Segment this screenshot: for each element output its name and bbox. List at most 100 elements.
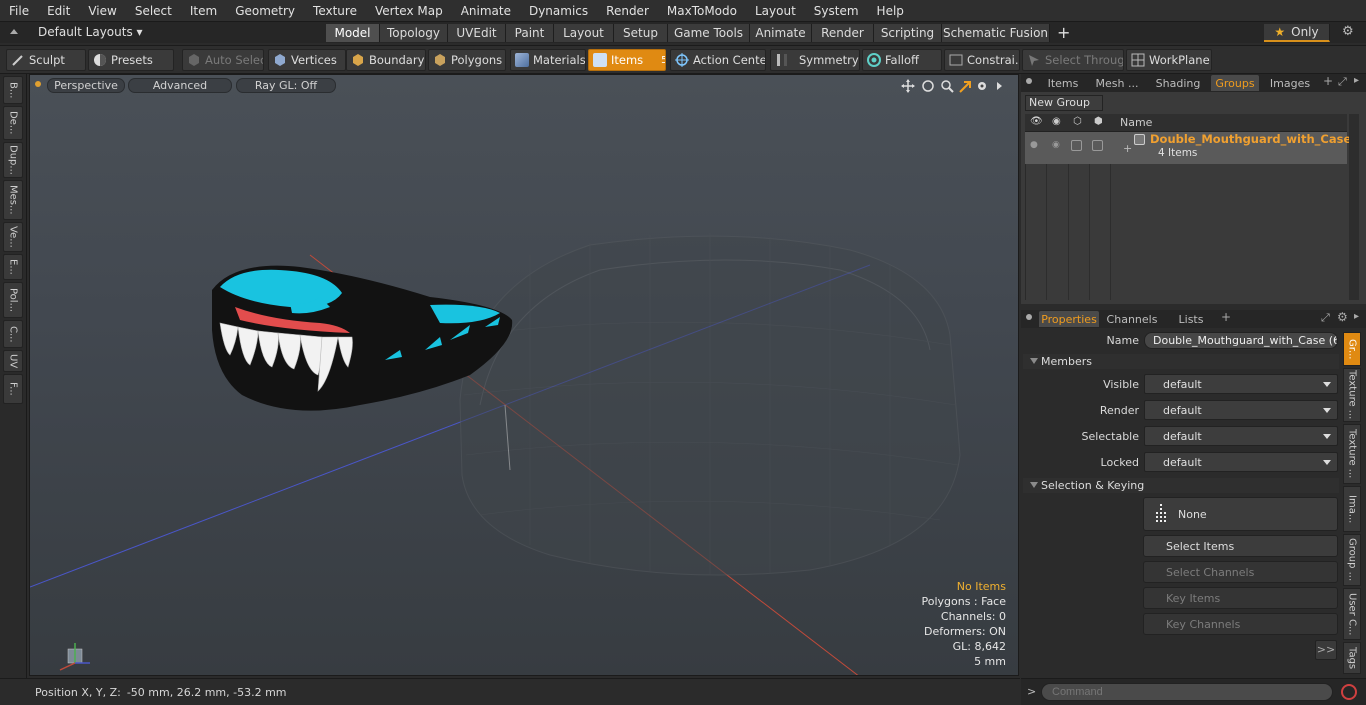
menu-edit[interactable]: Edit: [38, 4, 79, 18]
tab-animate[interactable]: Animate: [750, 24, 812, 42]
props-more-icon[interactable]: ▸: [1354, 311, 1359, 322]
materials-button[interactable]: Materials: [510, 49, 586, 71]
left-tab-10[interactable]: F...: [3, 374, 23, 404]
side-tab-user-channels[interactable]: User C...: [1343, 588, 1361, 640]
left-tab-4[interactable]: Mes...: [3, 180, 23, 220]
tab-properties[interactable]: Properties: [1039, 311, 1099, 327]
side-tab-image[interactable]: Ima...: [1343, 486, 1361, 532]
props-expand-icon[interactable]: ⤢: [1321, 311, 1330, 325]
tab-lists[interactable]: Lists: [1165, 311, 1217, 327]
left-tab-6[interactable]: E...: [3, 254, 23, 280]
visibility-icon[interactable]: ●: [1030, 140, 1038, 150]
menu-vertex-map[interactable]: Vertex Map: [366, 4, 452, 18]
none-button[interactable]: None: [1143, 497, 1338, 531]
tab-model[interactable]: Model: [326, 24, 380, 42]
items-button[interactable]: Items 5: [588, 49, 666, 71]
menu-item[interactable]: Item: [181, 4, 226, 18]
panel-more-icon[interactable]: ▸: [1354, 75, 1359, 86]
tab-layout[interactable]: Layout: [554, 24, 614, 42]
props-gear-icon[interactable]: ⚙: [1337, 310, 1348, 324]
more-button[interactable]: >>: [1315, 640, 1337, 660]
side-tab-tags[interactable]: Tags: [1343, 642, 1361, 674]
menu-view[interactable]: View: [79, 4, 125, 18]
left-tab-8[interactable]: C...: [3, 320, 23, 348]
add-tab-button[interactable]: +: [1057, 23, 1070, 42]
side-tab-group[interactable]: Gr...: [1343, 332, 1361, 366]
layout-dropdown[interactable]: Default Layouts ▾: [38, 25, 143, 39]
sculpt-button[interactable]: Sculpt: [6, 49, 86, 71]
lock-column-icon[interactable]: ⬡: [1073, 116, 1082, 127]
left-tab-5[interactable]: Ve...: [3, 222, 23, 252]
key-items-button[interactable]: Key Items: [1143, 587, 1338, 609]
menu-geometry[interactable]: Geometry: [226, 4, 304, 18]
tab-shading[interactable]: Shading: [1147, 75, 1209, 91]
groups-scrollbar[interactable]: [1349, 114, 1359, 300]
tab-schematic-fusion[interactable]: Schematic Fusion: [942, 24, 1050, 42]
menu-help[interactable]: Help: [868, 4, 913, 18]
tab-mesh[interactable]: Mesh ...: [1091, 75, 1143, 91]
render-dropdown[interactable]: default: [1144, 400, 1338, 420]
menu-layout[interactable]: Layout: [746, 4, 805, 18]
name-column-header[interactable]: Name: [1120, 116, 1152, 129]
visible-dropdown[interactable]: default: [1144, 374, 1338, 394]
auto-select-button[interactable]: Auto Select: [182, 49, 264, 71]
add-props-tab-icon[interactable]: +: [1221, 310, 1231, 324]
tab-images[interactable]: Images: [1261, 75, 1319, 91]
expand-icon[interactable]: ⤢: [1338, 75, 1347, 89]
only-toggle[interactable]: ★ Only: [1264, 24, 1330, 42]
expand-group-icon[interactable]: +: [1123, 142, 1132, 155]
tab-groups[interactable]: Groups: [1211, 75, 1259, 91]
selection-keying-section[interactable]: Selection & Keying: [1023, 478, 1339, 493]
select-through-button[interactable]: Select Through: [1022, 49, 1124, 71]
gear-icon[interactable]: ⚙: [1342, 24, 1354, 39]
side-tab-group-2[interactable]: Group ...: [1343, 534, 1361, 586]
layout-arrow-icon[interactable]: [9, 26, 19, 36]
menu-system[interactable]: System: [805, 4, 868, 18]
menu-maxtomodo[interactable]: MaxToModo: [658, 4, 746, 18]
tab-topology[interactable]: Topology: [380, 24, 448, 42]
group-row[interactable]: ● ◉ + Double_Mouthguard_with_Case 4 Item…: [1025, 132, 1351, 164]
menu-animate[interactable]: Animate: [452, 4, 520, 18]
left-tab-7[interactable]: Pol...: [3, 282, 23, 318]
menu-texture[interactable]: Texture: [304, 4, 366, 18]
lock-toggle[interactable]: [1071, 140, 1082, 151]
render-column-icon[interactable]: ◉: [1052, 116, 1061, 127]
key-channels-button[interactable]: Key Channels: [1143, 613, 1338, 635]
boundary-button[interactable]: Boundary: [346, 49, 426, 71]
presets-button[interactable]: Presets: [88, 49, 174, 71]
menu-file[interactable]: File: [0, 4, 38, 18]
left-tab-1[interactable]: B...: [3, 76, 23, 104]
command-input[interactable]: [1041, 683, 1333, 701]
left-tab-9[interactable]: UV: [3, 350, 23, 372]
vertices-button[interactable]: Vertices 1: [268, 49, 346, 71]
action-center-button[interactable]: Action Center: [670, 49, 766, 71]
tab-channels[interactable]: Channels: [1103, 311, 1161, 327]
name-field[interactable]: Double_Mouthguard_with_Case (6): [1144, 332, 1338, 349]
add-panel-tab-icon[interactable]: +: [1323, 74, 1333, 88]
selectable-dropdown[interactable]: default: [1144, 426, 1338, 446]
polygons-button[interactable]: Polygons: [428, 49, 506, 71]
select-channels-button[interactable]: Select Channels: [1143, 561, 1338, 583]
tab-render[interactable]: Render: [812, 24, 874, 42]
constraints-button[interactable]: Constrai...: [944, 49, 1020, 71]
select-items-button[interactable]: Select Items: [1143, 535, 1338, 557]
members-section[interactable]: Members: [1023, 354, 1339, 369]
symmetry-button[interactable]: Symmetry: [770, 49, 860, 71]
select-column-icon[interactable]: ⬢: [1094, 116, 1103, 127]
menu-render[interactable]: Render: [597, 4, 658, 18]
left-tab-3[interactable]: Dup...: [3, 142, 23, 178]
eye-column-icon[interactable]: 👁: [1030, 116, 1043, 127]
tab-setup[interactable]: Setup: [614, 24, 668, 42]
menu-dynamics[interactable]: Dynamics: [520, 4, 597, 18]
tab-game-tools[interactable]: Game Tools: [668, 24, 750, 42]
select-toggle[interactable]: [1092, 140, 1103, 151]
tab-uvedit[interactable]: UVEdit: [448, 24, 506, 42]
left-tab-2[interactable]: De...: [3, 106, 23, 140]
side-tab-texture-2[interactable]: Texture ...: [1343, 424, 1361, 484]
render-toggle-icon[interactable]: ◉: [1052, 140, 1060, 150]
falloff-button[interactable]: Falloff: [862, 49, 942, 71]
side-tab-texture-1[interactable]: Texture ...: [1343, 368, 1361, 422]
locked-dropdown[interactable]: default: [1144, 452, 1338, 472]
workplane-button[interactable]: WorkPlane: [1126, 49, 1212, 71]
tab-items[interactable]: Items: [1039, 75, 1087, 91]
